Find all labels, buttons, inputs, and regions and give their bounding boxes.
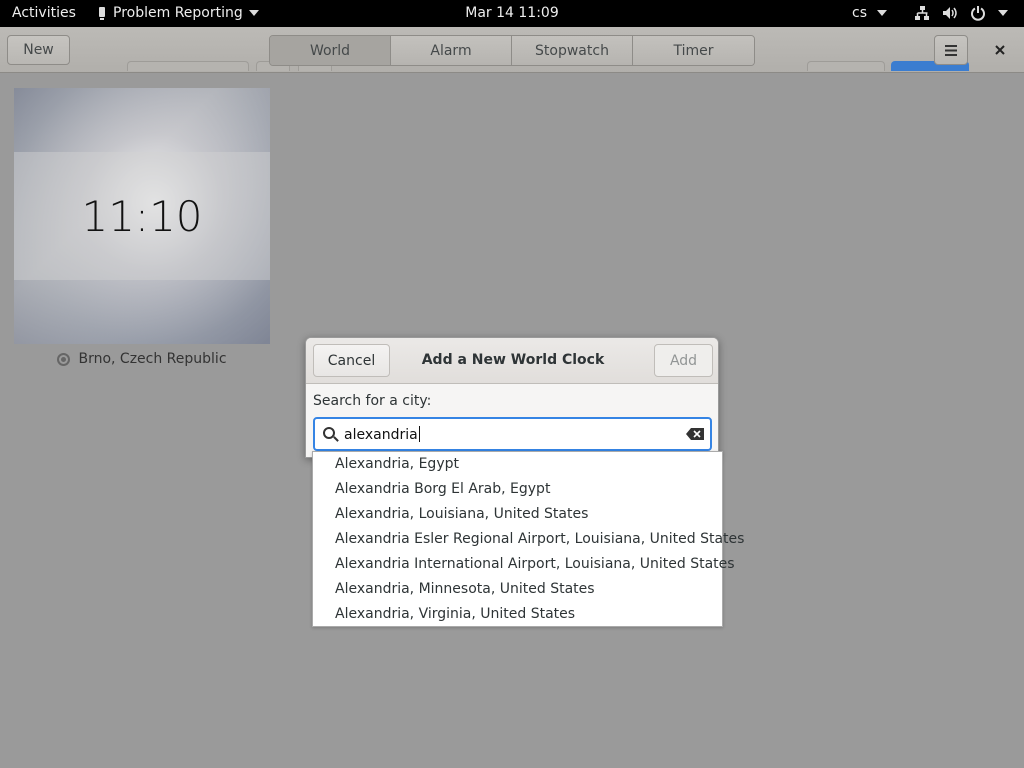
chevron-down-icon	[248, 10, 259, 16]
dialog-header: Cancel Add a New World Clock Add	[306, 338, 718, 384]
top-bar: Activities Problem Reporting Mar 14 11:0…	[0, 0, 1024, 27]
add-world-clock-dialog: Cancel Add a New World Clock Add Search …	[305, 337, 719, 458]
close-window-button[interactable]	[985, 41, 1015, 59]
new-button[interactable]: New	[7, 35, 70, 65]
header-hidden-control	[127, 61, 249, 71]
city-result-item[interactable]: Alexandria, Minnesota, United States	[313, 577, 722, 602]
city-result-item[interactable]: Alexandria, Egypt	[313, 452, 722, 477]
chevron-down-icon	[998, 10, 1008, 16]
city-result-item[interactable]: Alexandria Borg El Arab, Egypt	[313, 477, 722, 502]
search-icon	[323, 427, 335, 439]
input-source-menu[interactable]: cs	[852, 5, 887, 21]
header-hidden-control	[807, 61, 885, 71]
system-menu[interactable]	[914, 5, 1008, 21]
city-search-input[interactable]: alexandria	[313, 417, 712, 451]
tab-alarm[interactable]: Alarm	[391, 36, 512, 65]
current-location-icon	[57, 352, 71, 366]
city-results-list: Alexandria, Egypt Alexandria Borg El Ara…	[312, 451, 744, 627]
clock-time: 11:10	[81, 192, 203, 241]
text-cursor	[418, 426, 420, 442]
tab-timer[interactable]: Timer	[633, 36, 754, 65]
activities-button[interactable]: Activities	[12, 5, 76, 21]
app-menu-button[interactable]: Problem Reporting	[97, 5, 259, 21]
add-button[interactable]: Add	[654, 344, 713, 377]
volume-icon	[943, 7, 957, 19]
date-time-menu[interactable]: Mar 14 11:09	[465, 5, 558, 21]
view-switcher: World Alarm Stopwatch Timer	[269, 35, 755, 66]
clock-city-row: Brno, Czech Republic	[14, 351, 270, 367]
clear-text-icon[interactable]	[686, 428, 704, 440]
chevron-down-icon	[877, 10, 887, 16]
power-icon	[971, 6, 985, 21]
search-label: Search for a city:	[313, 393, 432, 409]
hamburger-menu-icon	[945, 44, 957, 56]
input-source-label: cs	[852, 5, 867, 21]
network-wired-icon	[915, 6, 929, 20]
city-result-item[interactable]: Alexandria, Louisiana, United States	[313, 502, 722, 527]
city-result-item[interactable]: Alexandria Esler Regional Airport, Louis…	[313, 527, 744, 552]
main-menu-button[interactable]	[934, 35, 968, 65]
tab-stopwatch[interactable]: Stopwatch	[512, 36, 633, 65]
search-value: alexandria	[344, 427, 418, 443]
close-icon	[995, 45, 1005, 55]
world-clock-tile[interactable]: 11:10	[14, 88, 270, 344]
bug-report-icon	[99, 6, 105, 20]
clock-city-name: Brno, Czech Republic	[78, 351, 227, 367]
tab-world[interactable]: World	[270, 36, 391, 65]
city-result-item[interactable]: Alexandria International Airport, Louisi…	[313, 552, 735, 577]
app-menu-label: Problem Reporting	[113, 5, 243, 21]
clocks-header-bar: New World Alarm Stopwatch Timer	[0, 27, 1024, 73]
city-result-item[interactable]: Alexandria, Virginia, United States	[313, 602, 722, 627]
